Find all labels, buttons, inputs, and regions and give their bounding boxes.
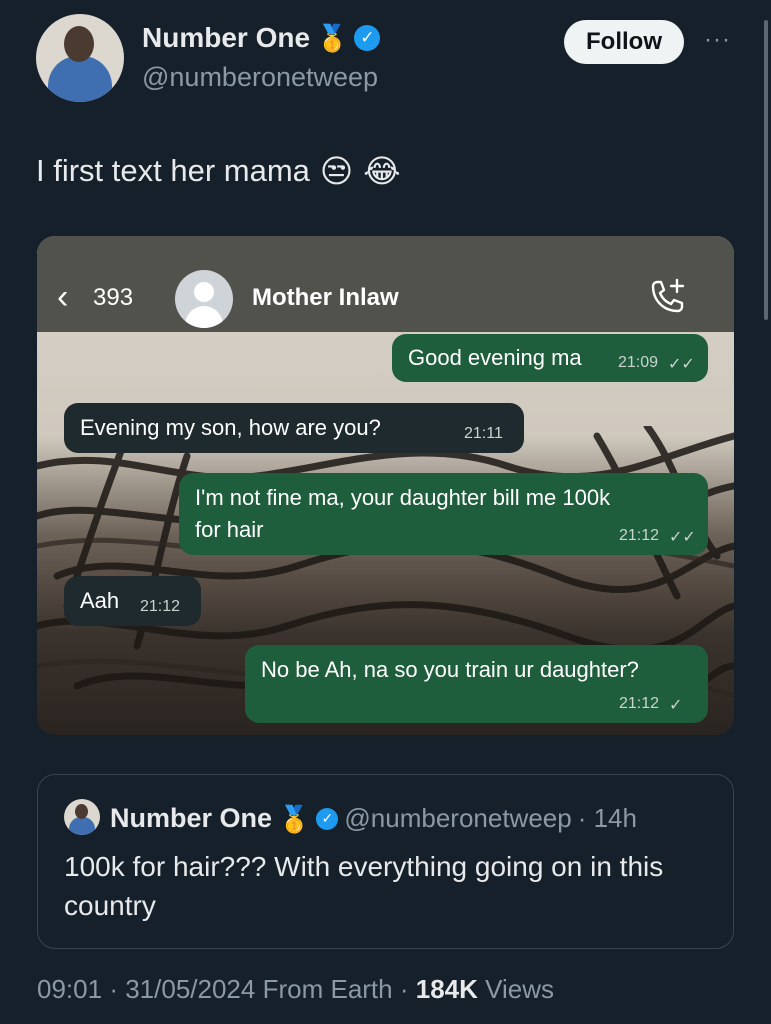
views-label: Views xyxy=(485,974,555,1004)
read-receipt-icon: ✓✓ xyxy=(669,529,696,546)
message-text: Aah xyxy=(80,588,120,613)
message-text: I'm not fine ma, your daughter bill me 1… xyxy=(195,485,611,510)
verified-badge-icon: ✓ xyxy=(354,25,381,51)
quoted-tweet-text: 100k for hair??? With everything going o… xyxy=(64,851,664,921)
read-receipt-icon: ✓✓ xyxy=(668,356,695,373)
separator: · xyxy=(399,974,409,1004)
follow-button[interactable]: Follow xyxy=(564,20,684,64)
author-handle[interactable]: @numberonetweep xyxy=(142,62,378,93)
tweet-image[interactable]: ‹ 393 Mother Inlaw Good evening ma 21:09… xyxy=(37,236,734,735)
tweet-text: I first text her mama 😒 😂 xyxy=(36,152,401,190)
message-bubble-outgoing[interactable]: I'm not fine ma, your daughter bill me 1… xyxy=(179,473,708,555)
unread-count[interactable]: 393 xyxy=(93,284,133,312)
more-options-icon[interactable]: ··· xyxy=(704,26,731,54)
sent-check-icon: ✓ xyxy=(669,697,683,714)
quoted-author-name: Number One xyxy=(110,803,273,833)
page-scrollbar[interactable] xyxy=(764,20,768,320)
quoted-tweet-age: · 14h xyxy=(577,803,637,833)
quoted-author-avatar xyxy=(64,799,100,835)
separator: · xyxy=(109,974,118,1004)
message-bubble-incoming[interactable]: Evening my son, how are you? 21:11 xyxy=(64,403,524,453)
medal-icon: 🥇 xyxy=(278,803,311,834)
contact-avatar-icon[interactable] xyxy=(175,270,233,328)
quoted-author-handle: @numberonetweep xyxy=(344,803,572,833)
message-time: 21:12 xyxy=(140,598,181,615)
contact-name[interactable]: Mother Inlaw xyxy=(252,284,399,312)
tweet-header: Number One 🥇 ✓ @numberonetweep Follow ··… xyxy=(36,14,751,104)
chat-header: ‹ 393 Mother Inlaw xyxy=(37,236,734,332)
author-avatar[interactable] xyxy=(36,14,124,102)
author-name[interactable]: Number One xyxy=(142,22,310,54)
message-time: 21:12 xyxy=(619,695,660,712)
message-text: Good evening ma xyxy=(408,345,582,370)
post-time[interactable]: 09:01 xyxy=(37,974,102,1004)
unamused-emoji: 😒 xyxy=(319,153,354,189)
message-time: 21:11 xyxy=(464,425,503,442)
tweet-body: I first text her mama xyxy=(36,153,310,188)
quoted-tweet[interactable]: Number One 🥇 ✓ @numberonetweep · 14h 100… xyxy=(37,774,734,949)
message-text: Evening my son, how are you? xyxy=(80,415,381,440)
message-text: No be Ah, na so you train ur daughter? xyxy=(261,657,639,682)
back-chevron-icon[interactable]: ‹ xyxy=(57,280,68,314)
tears-of-joy-emoji: 😂 xyxy=(363,153,401,189)
quoted-author-row: Number One 🥇 ✓ @numberonetweep · 14h xyxy=(110,803,637,834)
views-count: 184K xyxy=(415,974,478,1004)
author-name-row: Number One 🥇 ✓ xyxy=(142,22,381,54)
message-text-line-2: for hair xyxy=(195,517,264,542)
message-bubble-outgoing[interactable]: No be Ah, na so you train ur daughter? 2… xyxy=(245,645,708,723)
message-bubble-incoming[interactable]: Aah 21:12 xyxy=(64,576,201,626)
post-source: From Earth xyxy=(262,974,393,1004)
message-time: 21:12 xyxy=(619,527,660,544)
post-date[interactable]: 31/05/2024 xyxy=(125,974,255,1004)
medal-icon: 🥇 xyxy=(316,23,349,53)
add-call-icon[interactable] xyxy=(645,276,689,320)
message-time: 21:09 xyxy=(618,354,659,371)
verified-badge-icon: ✓ xyxy=(316,807,339,830)
tweet-meta: 09:01 · 31/05/2024 From Earth · 184K Vie… xyxy=(37,974,554,1005)
message-bubble-outgoing[interactable]: Good evening ma 21:09 ✓✓ xyxy=(392,334,708,382)
